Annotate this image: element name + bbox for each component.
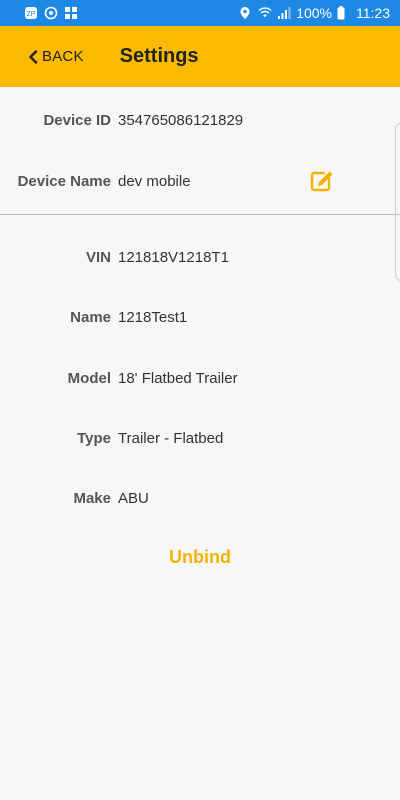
device-name-value: dev mobile [118, 172, 191, 190]
signal-icon [277, 6, 291, 20]
vin-value: 121818V1218T1 [118, 248, 229, 266]
sync-icon [44, 6, 58, 20]
section-divider [0, 214, 400, 215]
battery-icon [337, 6, 351, 20]
vin-label: VIN [85, 248, 111, 266]
settings-content[interactable]: Device ID 354765086121829 Device Name de… [0, 87, 400, 800]
make-label: Make [73, 489, 111, 507]
type-row: Type Trailer - Flatbed [0, 426, 400, 450]
device-name-label: Device Name [17, 172, 111, 190]
svg-text:ZP: ZP [27, 11, 36, 18]
status-right: 100% 11:23 [239, 5, 390, 21]
back-label: BACK [42, 48, 84, 65]
status-left: ZP [24, 6, 78, 20]
app-bar: BACK Settings [0, 26, 400, 87]
clock: 11:23 [356, 5, 390, 21]
model-row: Model 18' Flatbed Trailer [0, 366, 400, 390]
model-label: Model [67, 369, 111, 387]
device-id-label: Device ID [43, 111, 111, 129]
name-row: Name 1218Test1 [0, 305, 400, 329]
page-title: Settings [119, 45, 199, 67]
name-label: Name [70, 308, 111, 326]
location-icon [239, 6, 253, 20]
type-value: Trailer - Flatbed [118, 429, 224, 447]
status-bar: ZP 100% 11:23 [0, 0, 400, 26]
unbind-button[interactable]: Unbind [0, 547, 400, 568]
name-value: 1218Test1 [118, 308, 188, 326]
device-name-row: Device Name dev mobile [0, 169, 400, 193]
type-label: Type [77, 429, 111, 447]
back-button[interactable]: BACK [28, 48, 84, 65]
vin-row: VIN 121818V1218T1 [0, 245, 400, 269]
device-id-value: 354765086121829 [118, 111, 244, 129]
device-id-row: Device ID 354765086121829 [0, 108, 400, 132]
make-value: ABU [118, 489, 149, 507]
chevron-left-icon [29, 49, 38, 64]
make-row: Make ABU [0, 486, 400, 510]
app-notification-icon: ZP [24, 6, 38, 20]
battery-percent: 100% [296, 5, 332, 21]
edit-icon[interactable] [310, 170, 334, 192]
model-value: 18' Flatbed Trailer [118, 369, 238, 387]
grid-app-icon [64, 6, 78, 20]
wifi-icon [258, 6, 272, 20]
